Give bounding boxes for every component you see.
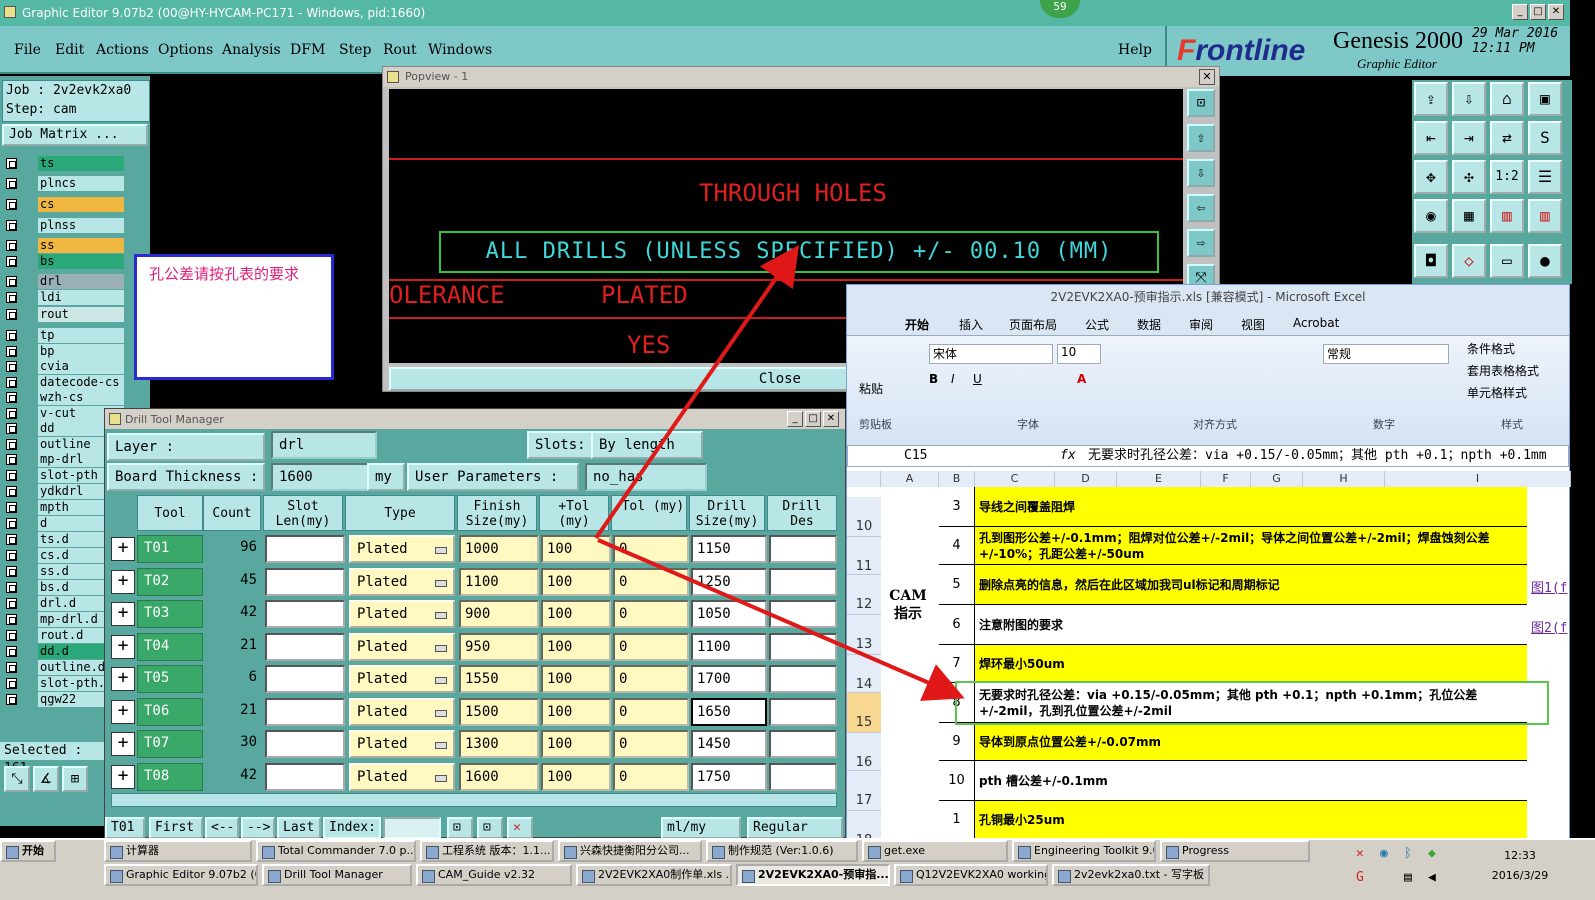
shield-icon[interactable]: ◆ (1428, 846, 1436, 861)
taskbar-button[interactable]: 工程系统 版本：1.1... (420, 840, 554, 862)
taskbar-button[interactable]: Total Commander 7.0 p... (256, 840, 416, 862)
taskbar-button[interactable]: Drill Tool Manager (262, 864, 412, 886)
taskbar-button[interactable]: 2V2EVK2XA0制作单.xls ... (576, 864, 732, 886)
taskbar-button[interactable]: 2v2evk2xa0.txt - 写字板 (1052, 864, 1210, 886)
volume-icon[interactable]: ◀ (1428, 870, 1436, 885)
taskbar-button[interactable]: Progress (1160, 840, 1310, 862)
taskbar-button[interactable]: get.exe (862, 840, 1008, 862)
taskbar-button[interactable]: 计算器 (104, 840, 252, 862)
network-icon[interactable]: ▤ (1404, 870, 1412, 885)
tray-icon[interactable]: G (1356, 870, 1364, 885)
taskbar-button[interactable]: CAM_Guide v2.32 (416, 864, 572, 886)
tray-icon[interactable]: ✕ (1356, 846, 1364, 861)
tray-icons: ✕ ◉ ᛒ ◆ G ▤ ◀ (1350, 844, 1480, 896)
taskbar-button[interactable]: Q12V2EVK2XA0 working ... (894, 864, 1048, 886)
taskbar-button[interactable]: 兴森快捷衡阳分公司... (558, 840, 702, 862)
annotation-arrows (594, 244, 965, 701)
clock[interactable]: 12:33 2016/3/29 (1484, 846, 1556, 886)
taskbar-button[interactable]: 2V2EVK2XA0-预审指... (736, 864, 890, 886)
taskbar-button[interactable]: Engineering Toolkit 9.0... (1012, 840, 1156, 862)
taskbar: 开始 计算器 Total Commander 7.0 p... 工程系统 版本：1.… (0, 838, 1595, 900)
arrow-to-popview (594, 244, 800, 540)
bluetooth-icon[interactable]: ᛒ (1404, 846, 1412, 861)
tray-icon[interactable]: ◉ (1380, 846, 1388, 861)
arrow-to-excel (597, 538, 965, 701)
taskbar-button[interactable]: 制作规范 (Ver:1.0.6) (706, 840, 858, 862)
taskbar-button[interactable]: Graphic Editor 9.07b2 (0... (104, 864, 258, 886)
start-button[interactable]: 开始 (0, 840, 56, 862)
